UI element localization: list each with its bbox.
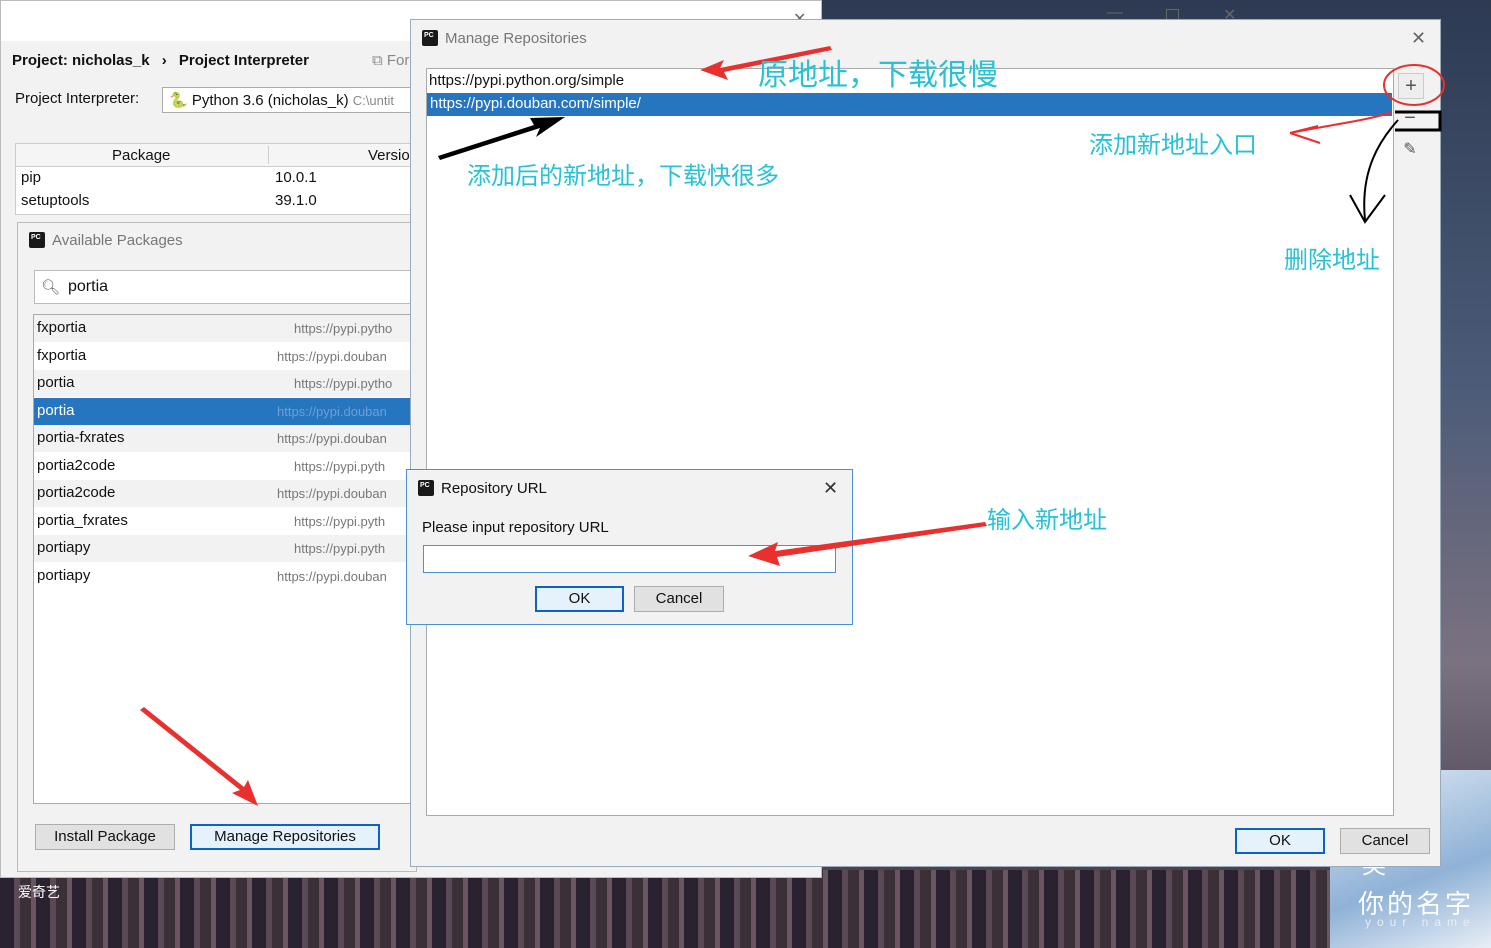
annotation-delete: 删除地址 (1284, 246, 1380, 274)
annotation-marks (140, 46, 1445, 806)
red-arrow-manage (140, 707, 258, 806)
annotation-added: 添加后的新地址，下载快很多 (467, 162, 779, 190)
black-arrow-added (438, 117, 565, 160)
annotation-original: 原地址，下载很慢 (758, 58, 998, 93)
black-arrow-delete (1349, 119, 1399, 224)
red-arrow-input (748, 522, 987, 566)
annotation-input-new: 输入新地址 (987, 506, 1107, 534)
black-circle-remove (1395, 110, 1442, 132)
red-circle-add (1383, 64, 1445, 106)
annotation-add-entry: 添加新地址入口 (1089, 131, 1257, 159)
red-arrow-add-entry (1289, 111, 1393, 144)
